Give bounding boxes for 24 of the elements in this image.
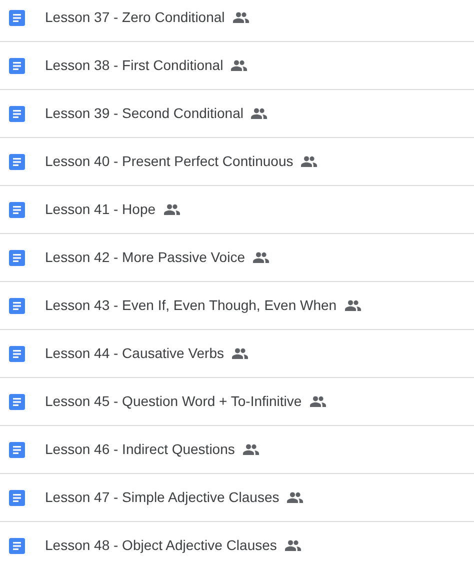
document-icon bbox=[9, 154, 25, 170]
file-name[interactable]: Lesson 45 - Question Word + To-Infinitive bbox=[45, 391, 302, 412]
document-icon bbox=[9, 58, 25, 74]
file-name[interactable]: Lesson 39 - Second Conditional bbox=[45, 103, 244, 124]
file-name[interactable]: Lesson 48 - Object Adjective Clauses bbox=[45, 535, 277, 556]
file-name[interactable]: Lesson 40 - Present Perfect Continuous bbox=[45, 151, 294, 172]
document-icon bbox=[9, 442, 25, 458]
file-name[interactable]: Lesson 47 - Simple Adjective Clauses bbox=[45, 487, 280, 508]
file-name[interactable]: Lesson 44 - Causative Verbs bbox=[45, 343, 224, 364]
file-name[interactable]: Lesson 46 - Indirect Questions bbox=[45, 439, 235, 460]
document-icon bbox=[9, 298, 25, 314]
document-icon bbox=[9, 394, 25, 410]
file-name[interactable]: Lesson 42 - More Passive Voice bbox=[45, 247, 245, 268]
document-icon bbox=[9, 490, 25, 506]
document-icon bbox=[9, 346, 25, 362]
document-icon bbox=[9, 202, 25, 218]
file-name[interactable]: Lesson 37 - Zero Conditional bbox=[45, 7, 225, 28]
document-icon bbox=[9, 250, 25, 266]
file-name[interactable]: Lesson 38 - First Conditional bbox=[45, 55, 224, 76]
file-name[interactable]: Lesson 43 - Even If, Even Though, Even When bbox=[45, 295, 337, 316]
document-icon bbox=[9, 538, 25, 554]
document-icon bbox=[9, 10, 25, 26]
document-icon bbox=[9, 106, 25, 122]
file-name[interactable]: Lesson 41 - Hope bbox=[45, 199, 156, 220]
